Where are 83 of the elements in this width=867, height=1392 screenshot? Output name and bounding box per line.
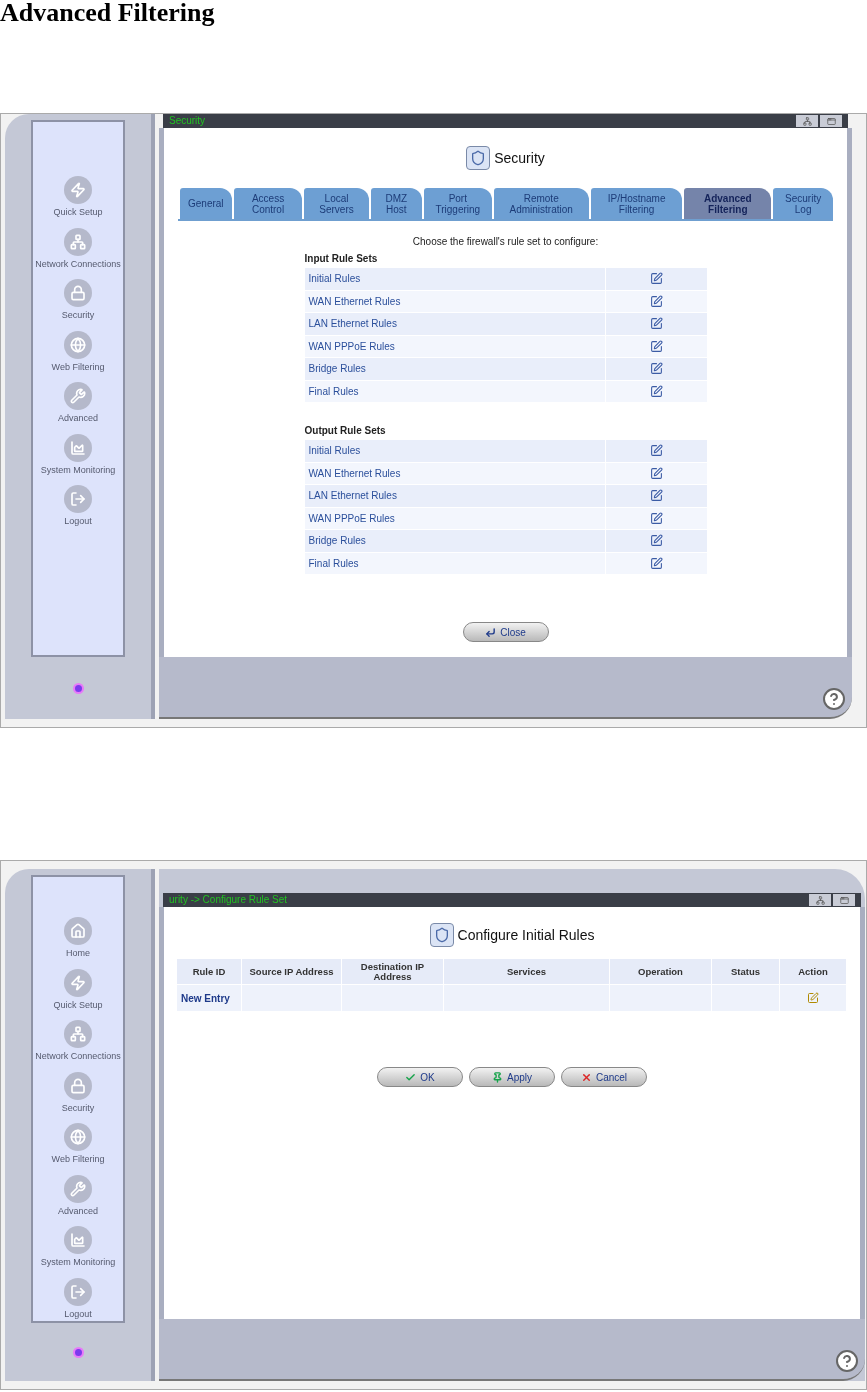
edit-icon[interactable]: [649, 489, 663, 503]
sidebar-item[interactable]: Advanced: [28, 382, 128, 426]
exit-icon: [64, 1277, 92, 1306]
status-icon: [72, 1346, 84, 1358]
sidebar-item[interactable]: Logout: [28, 485, 128, 529]
sidebar-item[interactable]: Network Connections: [28, 1020, 128, 1064]
tab[interactable]: General: [180, 188, 232, 219]
pin-icon: [492, 1071, 503, 1083]
sidebar-item[interactable]: Advanced: [28, 1174, 128, 1218]
edit-icon[interactable]: [649, 384, 663, 398]
edit-icon[interactable]: [649, 339, 663, 353]
house-icon: [64, 917, 92, 945]
chart-icon: [64, 433, 92, 462]
lock-icon: [64, 279, 92, 307]
sidebar-item[interactable]: Web Filtering: [28, 330, 128, 374]
edit-icon[interactable]: [649, 444, 663, 458]
network-button[interactable]: [809, 894, 831, 906]
tab[interactable]: Security Log: [773, 188, 833, 219]
check-icon: [405, 1071, 417, 1083]
sidebar-item[interactable]: Quick Setup: [28, 968, 128, 1012]
edit-icon[interactable]: [649, 556, 663, 570]
network-icon: [802, 116, 812, 126]
window-icon: [839, 895, 849, 905]
action-button[interactable]: Close: [462, 622, 549, 642]
tab[interactable]: Access Control: [233, 188, 303, 219]
return-icon: [485, 626, 497, 638]
edit-icon[interactable]: [649, 511, 663, 525]
edit-icon[interactable]: [649, 362, 663, 376]
network-icon: [815, 895, 825, 905]
globe-icon: [64, 330, 92, 359]
window-button[interactable]: [820, 115, 842, 127]
network-button[interactable]: [796, 115, 818, 127]
instruction-text: Choose the firewall's rule set to configure:: [412, 235, 599, 249]
help-icon[interactable]: [822, 687, 846, 711]
tab[interactable]: DMZ Host: [370, 188, 422, 219]
tab[interactable]: Remote Administration: [493, 188, 589, 219]
network-icon: [64, 227, 92, 256]
lightning-icon: [64, 968, 92, 997]
edit-icon[interactable]: [649, 466, 663, 480]
edit-icon[interactable]: [649, 317, 663, 331]
tab[interactable]: IP/Hostname Filtering: [590, 188, 683, 219]
tab[interactable]: Port Triggering: [424, 188, 492, 219]
edit-icon[interactable]: [649, 272, 663, 286]
window-icon: [826, 116, 836, 126]
network-icon: [64, 1020, 92, 1048]
action-button[interactable]: Apply: [469, 1067, 555, 1087]
page-title: Configure Initial Rules: [457, 925, 595, 945]
sidebar-item[interactable]: Quick Setup: [28, 176, 128, 220]
edit-icon[interactable]: [649, 534, 663, 548]
sidebar-item[interactable]: Security: [28, 1071, 128, 1115]
window-button[interactable]: [833, 894, 855, 906]
action-button[interactable]: Cancel: [561, 1067, 647, 1087]
new-entry-link[interactable]: New Entry: [181, 990, 230, 1006]
action-button[interactable]: OK: [377, 1067, 463, 1087]
chart-icon: [64, 1226, 92, 1254]
status-icon: [72, 682, 84, 694]
title-bar: Security: [163, 114, 848, 128]
page-heading: Advanced Filtering: [0, 0, 216, 26]
sidebar-item[interactable]: Web Filtering: [28, 1123, 128, 1167]
add-icon[interactable]: [807, 992, 819, 1004]
sidebar-item[interactable]: Home: [28, 917, 128, 961]
wrench-icon: [64, 382, 92, 410]
page-title: Security: [494, 148, 545, 168]
globe-icon: [64, 1123, 92, 1151]
shield-icon: [466, 146, 491, 170]
edit-icon[interactable]: [649, 294, 663, 308]
lightning-icon: [64, 176, 92, 204]
close-icon: [580, 1071, 592, 1083]
help-icon[interactable]: [835, 1349, 859, 1373]
title-bar: urity -> Configure Rule Set: [163, 893, 861, 907]
section-title: Input Rule Sets: [304, 252, 379, 266]
sidebar-item[interactable]: Network Connections: [28, 227, 128, 271]
exit-icon: [64, 485, 92, 513]
tab[interactable]: Advanced Filtering: [684, 188, 772, 219]
sidebar-item[interactable]: Security: [28, 279, 128, 323]
sidebar-item[interactable]: Logout: [28, 1277, 128, 1321]
tab[interactable]: Local Servers: [304, 188, 369, 219]
section-title: Output Rule Sets: [304, 424, 387, 438]
sidebar-item[interactable]: System Monitoring: [28, 1226, 128, 1270]
wrench-icon: [64, 1174, 92, 1203]
sidebar-item[interactable]: System Monitoring: [28, 433, 128, 477]
shield-icon: [429, 923, 454, 947]
lock-icon: [64, 1071, 92, 1100]
